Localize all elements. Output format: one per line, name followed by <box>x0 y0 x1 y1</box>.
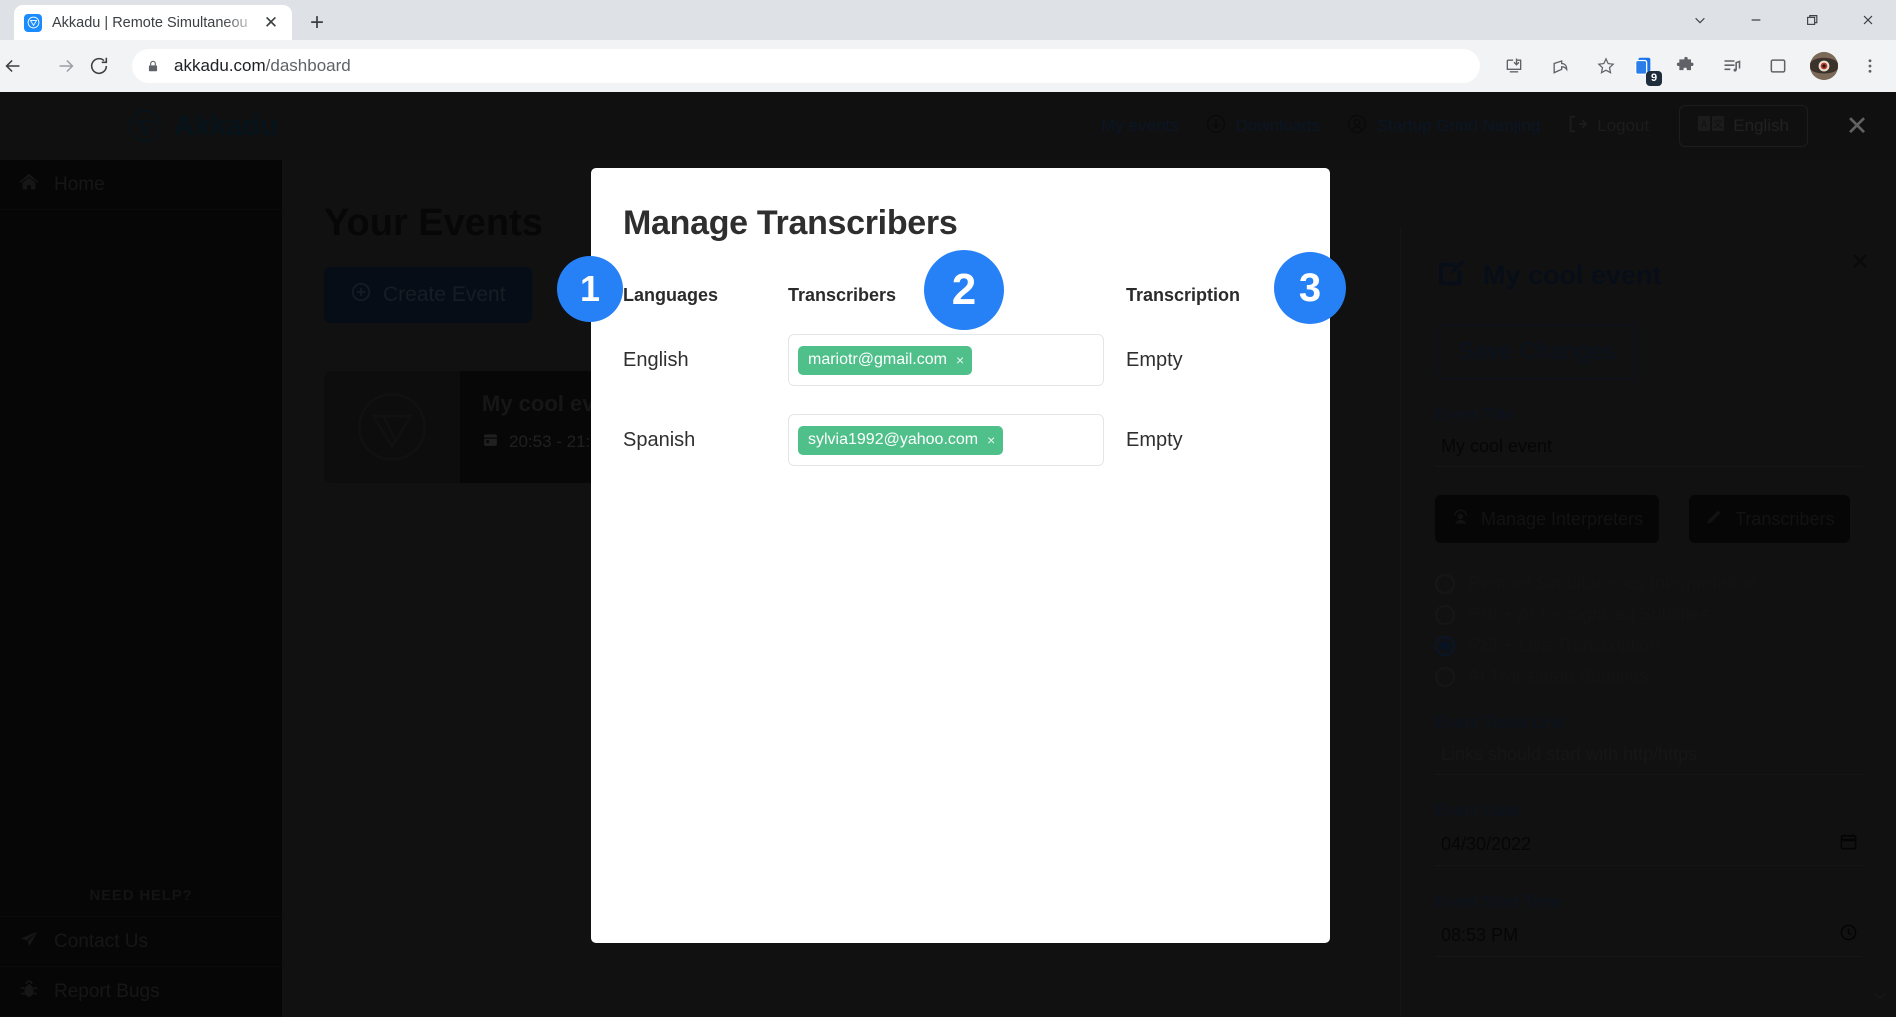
avatar <box>1810 52 1838 80</box>
back-icon[interactable] <box>0 46 40 86</box>
table-row: Spanish sylvia1992@yahoo.com × Empty <box>623 414 1298 466</box>
favicon-akkadu <box>24 13 42 32</box>
chevron-down-icon[interactable] <box>1672 0 1728 40</box>
url-text: akkadu.com/dashboard <box>174 56 351 76</box>
minimize-icon[interactable] <box>1728 0 1784 40</box>
browser-tab[interactable]: Akkadu | Remote Simultaneou ✕ <box>14 5 292 40</box>
reload-icon[interactable] <box>86 46 126 86</box>
row-transcription-status: Empty <box>1126 348 1183 371</box>
remove-tag-icon[interactable]: × <box>956 353 964 367</box>
tab-title: Akkadu | Remote Simultaneou <box>52 14 248 31</box>
tab-close-icon[interactable]: ✕ <box>260 12 282 34</box>
install-app-icon[interactable] <box>1494 46 1534 86</box>
browser-menu-icon[interactable] <box>1850 46 1890 86</box>
annotation-badge-2: 2 <box>924 250 1004 330</box>
row-transcribers-cell: sylvia1992@yahoo.com × <box>788 414 1126 466</box>
profile-avatar[interactable] <box>1804 46 1844 86</box>
url-host: akkadu.com <box>174 56 266 75</box>
share-icon[interactable] <box>1540 46 1580 86</box>
media-playlist-icon[interactable] <box>1712 46 1752 86</box>
lock-icon <box>146 59 160 73</box>
browser-tab-strip: Akkadu | Remote Simultaneou ✕ + <box>0 0 1896 40</box>
row-language: Spanish <box>623 428 696 451</box>
modal-title: Manage Transcribers <box>623 204 958 242</box>
side-panel-icon[interactable] <box>1758 46 1798 86</box>
row-transcription-status: Empty <box>1126 428 1183 451</box>
transcribers-tag-input[interactable]: mariotr@gmail.com × <box>788 334 1104 386</box>
row-transcribers-cell: mariotr@gmail.com × <box>788 334 1126 386</box>
address-bar[interactable]: akkadu.com/dashboard <box>132 49 1480 83</box>
url-path: /dashboard <box>265 56 351 75</box>
window-controls <box>1672 0 1896 40</box>
extension-badge-icon[interactable]: 9 <box>1626 49 1662 86</box>
restore-icon[interactable] <box>1784 0 1840 40</box>
annotation-badge-1: 1 <box>557 256 623 322</box>
table-row: English mariotr@gmail.com × Empty <box>623 334 1298 386</box>
bookmark-star-icon[interactable] <box>1586 46 1626 86</box>
new-tab-button[interactable]: + <box>302 8 332 38</box>
row-language: English <box>623 348 689 371</box>
toolbar-actions: 9 <box>1488 46 1896 86</box>
extension-badge-count: 9 <box>1646 71 1662 86</box>
transcriber-tag-label: mariotr@gmail.com <box>808 350 947 368</box>
close-window-icon[interactable] <box>1840 0 1896 40</box>
transcribers-tag-input[interactable]: sylvia1992@yahoo.com × <box>788 414 1104 466</box>
browser-toolbar: akkadu.com/dashboard 9 <box>0 40 1896 92</box>
column-header-transcription: Transcription <box>1126 285 1241 305</box>
transcriber-tag: sylvia1992@yahoo.com × <box>798 425 1004 455</box>
forward-icon[interactable] <box>46 46 86 86</box>
annotation-badge-3: 3 <box>1274 252 1346 324</box>
transcriber-tag: mariotr@gmail.com × <box>798 345 973 375</box>
transcriber-tag-label: sylvia1992@yahoo.com <box>808 430 979 448</box>
remove-tag-icon[interactable]: × <box>987 433 995 447</box>
puzzle-extensions-icon[interactable] <box>1666 46 1706 86</box>
column-header-languages: Languages <box>623 285 719 305</box>
